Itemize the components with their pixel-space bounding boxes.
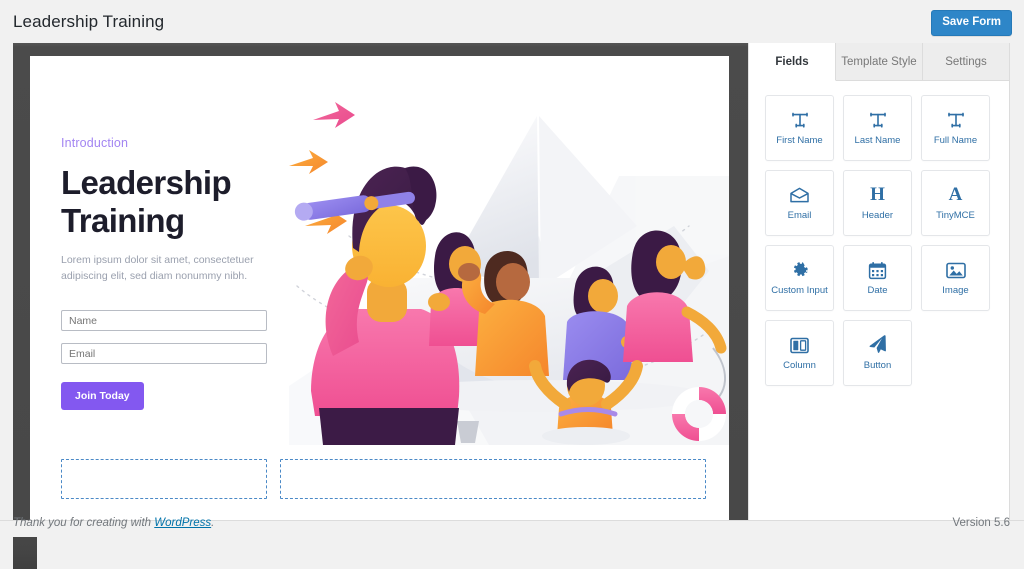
preview-device-frame: Introduction Leadership Training Lorem i…	[13, 43, 748, 520]
field-tile-last-name[interactable]: Last Name	[843, 95, 912, 161]
field-tile-label: Image	[942, 285, 969, 297]
dropzone-left[interactable]	[61, 459, 267, 499]
join-today-button[interactable]: Join Today	[61, 382, 144, 410]
hero-subtext: Lorem ipsum dolor sit amet, consectetuer…	[61, 254, 254, 282]
text-field-icon	[946, 109, 966, 131]
image-icon	[945, 259, 966, 281]
form-preview-canvas[interactable]: Introduction Leadership Training Lorem i…	[30, 56, 729, 520]
admin-top-bar: Leadership Training Save Form	[0, 0, 1024, 43]
preview-signup-form: Join Today	[61, 310, 269, 410]
hero-heading: Leadership Training	[61, 164, 232, 239]
text-field-icon	[790, 109, 810, 131]
letter-a-icon: A	[948, 184, 963, 206]
builder-sidebar: Fields Template Style Settings First Nam…	[748, 43, 1010, 520]
sidebar-tabs: Fields Template Style Settings	[749, 43, 1009, 81]
calendar-icon	[868, 259, 887, 281]
save-form-button[interactable]: Save Form	[931, 10, 1012, 36]
envelope-icon	[789, 184, 810, 206]
hero-text-block: Introduction Leadership Training Lorem i…	[61, 136, 291, 285]
field-tile-label: Last Name	[854, 135, 901, 147]
field-tile-label: Header	[861, 210, 894, 222]
tab-fields[interactable]: Fields	[749, 43, 836, 81]
field-tile-header[interactable]: H Header	[843, 170, 912, 236]
field-tile-first-name[interactable]: First Name	[765, 95, 834, 161]
hero-illustration	[289, 56, 729, 445]
field-tile-label: Full Name	[933, 135, 978, 147]
field-tile-label: First Name	[776, 135, 823, 147]
heading-h-icon: H	[870, 184, 885, 206]
field-tile-tinymce[interactable]: A TinyMCE	[921, 170, 990, 236]
field-tile-custom-input[interactable]: Custom Input	[765, 245, 834, 311]
hero-eyebrow: Introduction	[61, 136, 129, 150]
field-tile-label: Date	[867, 285, 888, 297]
admin-footer: Thank you for creating with WordPress. V…	[0, 517, 1024, 537]
field-tile-full-name[interactable]: Full Name	[921, 95, 990, 161]
form-builder: Introduction Leadership Training Lorem i…	[0, 43, 1024, 569]
field-tile-label: Email	[787, 210, 812, 222]
columns-icon	[790, 334, 809, 356]
field-tile-label: Column	[783, 360, 816, 372]
field-tile-label: Button	[863, 360, 892, 372]
tab-template-style[interactable]: Template Style	[836, 43, 923, 80]
wordpress-link[interactable]: WordPress	[154, 517, 211, 529]
field-tile-image[interactable]: Image	[921, 245, 990, 311]
hero-section: Introduction Leadership Training Lorem i…	[30, 56, 729, 445]
text-field-icon	[868, 109, 888, 131]
dropzone-right[interactable]	[280, 459, 706, 499]
footer-credit: Thank you for creating with WordPress.	[13, 517, 214, 529]
footer-credit-prefix: Thank you for creating with	[13, 517, 155, 529]
field-tile-column[interactable]: Column	[765, 320, 834, 386]
field-tile-button[interactable]: Button	[843, 320, 912, 386]
field-tile-date[interactable]: Date	[843, 245, 912, 311]
page-title: Leadership Training	[13, 12, 165, 31]
field-tile-label: Custom Input	[771, 285, 828, 297]
tab-settings[interactable]: Settings	[923, 43, 1009, 80]
field-palette: First Name Last Name Full Name Email H H…	[749, 81, 1009, 386]
email-input[interactable]	[61, 343, 267, 364]
footer-credit-suffix: .	[211, 517, 215, 529]
footer-version: Version 5.6	[952, 517, 1010, 529]
dropzone-row	[61, 459, 706, 499]
field-tile-label: TinyMCE	[936, 210, 975, 222]
gear-icon	[791, 259, 809, 281]
name-input[interactable]	[61, 310, 267, 331]
paper-plane-icon	[868, 334, 888, 356]
field-tile-email[interactable]: Email	[765, 170, 834, 236]
